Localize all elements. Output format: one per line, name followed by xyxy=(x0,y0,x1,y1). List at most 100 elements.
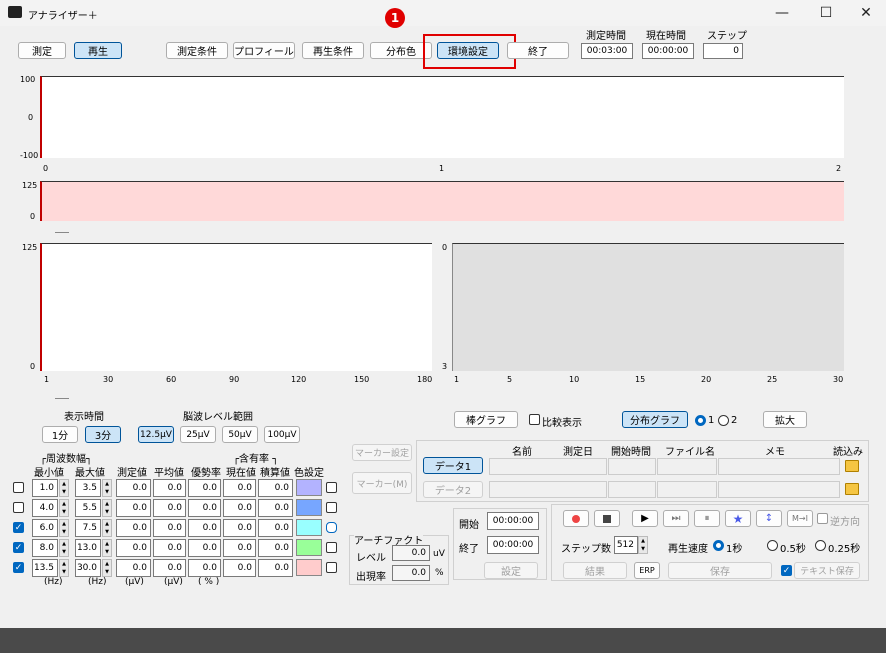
band-min-input[interactable]: 1.0 xyxy=(32,479,58,497)
band-max-spinner[interactable]: ▲ ▼ xyxy=(102,559,112,577)
measure-button[interactable]: 測定 xyxy=(18,42,66,59)
band-max-spinner[interactable]: ▲ ▼ xyxy=(102,479,112,497)
band-checkbox[interactable]: ✓ xyxy=(13,522,24,533)
reverse-checkbox[interactable] xyxy=(817,513,828,524)
record-button[interactable] xyxy=(563,510,589,527)
data1-button[interactable]: データ1 xyxy=(423,457,483,474)
close-button[interactable]: ✕ xyxy=(846,0,886,26)
range-50-button[interactable]: 50μV xyxy=(222,426,258,443)
speed-label: 再生速度 xyxy=(668,544,708,555)
band-checkbox[interactable] xyxy=(13,482,24,493)
distribution-graph-button[interactable]: 分布グラフ xyxy=(622,411,688,428)
band-color-checkbox[interactable] xyxy=(326,502,337,513)
steps-spinner[interactable]: ▲ ▼ xyxy=(638,536,648,554)
minimize-button[interactable]: — xyxy=(762,0,802,26)
band-color-checkbox[interactable] xyxy=(326,522,337,533)
stop-button[interactable] xyxy=(594,510,620,527)
data2-button[interactable]: データ2 xyxy=(423,481,483,498)
text-save-button[interactable]: テキスト保存 xyxy=(794,562,860,579)
band-min-spinner[interactable]: ▲ ▼ xyxy=(59,479,69,497)
band-min-spinner[interactable]: ▲ ▼ xyxy=(59,539,69,557)
measure-condition-button[interactable]: 測定条件 xyxy=(166,42,228,59)
band-checkbox[interactable]: ✓ xyxy=(13,542,24,553)
band-color-swatch[interactable] xyxy=(296,479,322,496)
col-file: ファイル名 xyxy=(665,447,715,458)
exit-button[interactable]: 終了 xyxy=(507,42,569,59)
star-button[interactable]: ★ xyxy=(725,510,751,527)
time-3min-button[interactable]: 3分 xyxy=(85,426,121,443)
band-checkbox[interactable] xyxy=(13,502,24,513)
plot1-y-top: 100 xyxy=(20,75,36,84)
band-dom-value: 0.0 xyxy=(188,499,221,517)
erp-button[interactable]: ERP xyxy=(634,562,660,579)
folder-open-icon[interactable] xyxy=(845,483,859,495)
band-min-spinner[interactable]: ▲ ▼ xyxy=(59,559,69,577)
splitter-1[interactable] xyxy=(55,232,69,233)
skip-end-button[interactable]: M→I xyxy=(787,510,813,527)
band-max-input[interactable]: 13.0 xyxy=(75,539,101,557)
speed-05s-radio[interactable] xyxy=(767,540,778,551)
range-12-5-button[interactable]: 12.5μV xyxy=(138,426,174,443)
result-button[interactable]: 結果 xyxy=(563,562,627,579)
band-min-spinner[interactable]: ▲ ▼ xyxy=(59,519,69,537)
maximize-button[interactable]: ☐ xyxy=(806,0,846,26)
band-max-input[interactable]: 7.5 xyxy=(75,519,101,537)
band-avg-value: 0.0 xyxy=(153,499,186,517)
star-icon: ★ xyxy=(732,511,744,526)
plot3-x-30: 30 xyxy=(103,375,114,384)
band-color-swatch[interactable] xyxy=(296,519,322,536)
play-condition-button[interactable]: 再生条件 xyxy=(302,42,364,59)
range-set-button[interactable]: 設定 xyxy=(484,562,538,579)
range-25-button[interactable]: 25μV xyxy=(180,426,216,443)
band-color-checkbox[interactable] xyxy=(326,542,337,553)
band-max-input[interactable]: 3.5 xyxy=(75,479,101,497)
play-icon-button[interactable]: ▶ xyxy=(632,510,658,527)
band-color-swatch[interactable] xyxy=(296,499,322,516)
band-max-input[interactable]: 5.5 xyxy=(75,499,101,517)
band-color-swatch[interactable] xyxy=(296,539,322,556)
data1-date-cell xyxy=(608,458,656,475)
pause-button[interactable]: ⏸ xyxy=(694,510,720,527)
zoom-button[interactable]: 拡大 xyxy=(763,411,807,428)
range-100-button[interactable]: 100μV xyxy=(264,426,300,443)
band-color-swatch[interactable] xyxy=(296,559,322,576)
band-min-spinner[interactable]: ▲ ▼ xyxy=(59,499,69,517)
step-value: 0 xyxy=(703,43,743,59)
fast-forward-button[interactable]: ⏭ xyxy=(663,510,689,527)
band-checkbox[interactable]: ✓ xyxy=(13,562,24,573)
band-acc-value: 0.0 xyxy=(258,519,293,537)
speed-1s-radio[interactable] xyxy=(713,540,724,551)
profile-button[interactable]: プロフィール xyxy=(233,42,295,59)
marker-settings-button[interactable]: マーカー設定 xyxy=(352,444,412,461)
marker-button[interactable]: マーカー(M) xyxy=(352,472,412,494)
artifact-rate-unit: % xyxy=(435,568,444,578)
save-button[interactable]: 保存 xyxy=(668,562,772,579)
play-button[interactable]: 再生 xyxy=(74,42,122,59)
current-header: 現在値 xyxy=(226,468,256,479)
band-max-input[interactable]: 30.0 xyxy=(75,559,101,577)
compare-checkbox[interactable] xyxy=(529,414,540,425)
band-min-input[interactable]: 8.0 xyxy=(32,539,58,557)
current-time-label: 現在時間 xyxy=(646,31,686,42)
band-color-checkbox[interactable] xyxy=(326,482,337,493)
updown-button[interactable]: ↕ xyxy=(756,510,782,527)
radio-1[interactable] xyxy=(695,415,706,426)
time-1min-button[interactable]: 1分 xyxy=(42,426,78,443)
band-max-spinner[interactable]: ▲ ▼ xyxy=(102,499,112,517)
band-min-input[interactable]: 6.0 xyxy=(32,519,58,537)
col-memo: メモ xyxy=(765,447,785,458)
band-max-spinner[interactable]: ▲ ▼ xyxy=(102,519,112,537)
folder-open-icon[interactable] xyxy=(845,460,859,472)
bar-graph-button[interactable]: 棒グラフ xyxy=(454,411,518,428)
splitter-2[interactable] xyxy=(55,398,69,399)
band-color-checkbox[interactable] xyxy=(326,562,337,573)
plot3-x-90: 90 xyxy=(229,375,240,384)
band-min-input[interactable]: 13.5 xyxy=(32,559,58,577)
text-save-checkbox[interactable]: ✓ xyxy=(781,565,792,576)
steps-value[interactable]: 512 xyxy=(614,536,638,554)
radio-2[interactable] xyxy=(718,415,729,426)
range-end-value: 00:00:00 xyxy=(487,536,539,554)
band-max-spinner[interactable]: ▲ ▼ xyxy=(102,539,112,557)
speed-025s-radio[interactable] xyxy=(815,540,826,551)
band-min-input[interactable]: 4.0 xyxy=(32,499,58,517)
